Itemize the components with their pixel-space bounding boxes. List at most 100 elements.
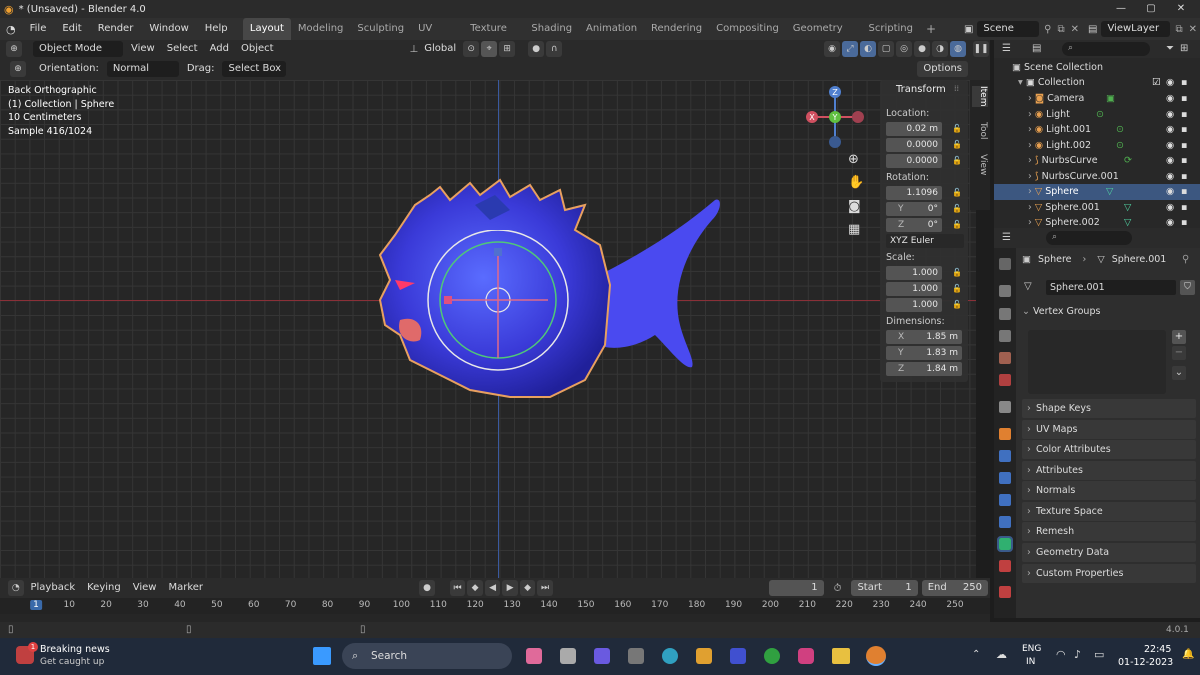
outliner-search-input[interactable]	[1062, 42, 1150, 56]
eye-icon[interactable]: ◉	[1166, 169, 1174, 185]
view-layer-tab-icon[interactable]	[999, 330, 1011, 342]
play-reverse-icon[interactable]: ◀	[484, 580, 501, 596]
eye-icon[interactable]: ◉	[1166, 153, 1174, 169]
normals-section[interactable]: Normals	[1022, 481, 1196, 500]
timeline-menu-keying[interactable]: Keying	[81, 579, 127, 597]
outliner-item-light[interactable]: › ◉ Light ⊙ ◉ ▪	[994, 107, 1200, 123]
lock-icon[interactable]: 🔓	[952, 300, 962, 309]
location-y-field[interactable]: 0.0000	[886, 138, 942, 152]
scale-x-field[interactable]: 1.000	[886, 266, 942, 280]
current-frame-field[interactable]: 1	[769, 580, 824, 596]
menu-help[interactable]: Help	[197, 18, 236, 40]
camera-icon[interactable]: ▪	[1181, 75, 1187, 91]
lock-icon[interactable]: 🔓	[952, 140, 962, 149]
dimension-x-field[interactable]: X 1.85 m	[886, 330, 962, 344]
timeline-editor-icon[interactable]: ◔	[8, 580, 24, 596]
checkbox-icon[interactable]: ☑	[1152, 75, 1161, 91]
ortho-toggle-icon[interactable]: ▦	[848, 222, 860, 237]
store-icon[interactable]	[696, 648, 712, 664]
timeline-ruler[interactable]: 1 10 20 30 40 50 60 70 80 90 100 110 120 130 140 150 160…	[0, 598, 990, 614]
lock-icon[interactable]: 🔓	[952, 204, 962, 213]
dimension-y-field[interactable]: Y 1.83 m	[886, 346, 962, 360]
overlay-toggle-icon[interactable]: ◐	[860, 41, 876, 57]
outliner-editor-icon[interactable]: ☰	[1002, 43, 1011, 54]
collection-tab-icon[interactable]	[999, 401, 1011, 413]
options-dropdown[interactable]: Options	[917, 61, 968, 77]
outliner-scene-collection[interactable]: ▣ Scene Collection	[994, 60, 1200, 76]
blender-taskbar-icon[interactable]	[866, 646, 886, 666]
gizmo-toggle-icon[interactable]: ⤢	[842, 41, 858, 57]
camera-icon[interactable]: ▪	[1181, 215, 1187, 228]
taskbar-search-input[interactable]	[342, 643, 512, 669]
news-subtitle[interactable]: Get caught up	[40, 657, 104, 667]
rendered-shading-icon[interactable]: ◍	[950, 41, 966, 57]
scale-y-field[interactable]: 1.000	[886, 282, 942, 296]
transform-gizmo[interactable]	[420, 230, 580, 380]
attributes-section[interactable]: Attributes	[1022, 461, 1196, 480]
new-view-layer-icon[interactable]: ⧉	[1175, 24, 1182, 35]
files-app-icon[interactable]	[560, 648, 576, 664]
tab-modeling[interactable]: Modeling	[291, 18, 351, 40]
scale-z-field[interactable]: 1.000	[886, 298, 942, 312]
menu-file[interactable]: File	[22, 18, 55, 40]
outliner-item-sphere-001[interactable]: › ▽ Sphere.001 ▽ ◉ ▪	[994, 200, 1200, 216]
lock-icon[interactable]: 🔓	[952, 124, 962, 133]
viewport-menu-object[interactable]: Object	[235, 40, 280, 58]
lock-icon[interactable]: 🔓	[952, 188, 962, 197]
rotation-y-field[interactable]: Y 0°	[886, 202, 942, 216]
orientation-dropdown[interactable]: Normal	[106, 61, 179, 77]
tab-scripting[interactable]: Scripting	[861, 18, 919, 40]
timeline-body[interactable]	[0, 614, 990, 622]
display-mode-icon[interactable]: ▤	[1032, 43, 1041, 54]
properties-editor-icon[interactable]: ☰	[1002, 232, 1011, 243]
modifier-tab-icon[interactable]	[999, 450, 1011, 462]
camera-icon[interactable]: ▪	[1181, 122, 1187, 138]
camera-view-icon[interactable]: ◙	[848, 199, 861, 214]
location-z-field[interactable]: 0.0000	[886, 154, 942, 168]
shape-keys-section[interactable]: Shape Keys	[1022, 399, 1196, 418]
tool-tab-icon[interactable]	[999, 258, 1011, 270]
eye-icon[interactable]: ◉	[1166, 75, 1174, 91]
jump-end-icon[interactable]: ⏭	[537, 580, 553, 596]
battery-icon[interactable]: ▭	[1094, 648, 1104, 661]
start-icon[interactable]	[313, 647, 331, 665]
outliner-item-camera[interactable]: › ◙ Camera ▣ ◉ ▪	[994, 91, 1200, 107]
eye-icon[interactable]: ◉	[1166, 138, 1174, 154]
cloud-icon[interactable]: ☁	[996, 648, 1007, 661]
app-icon[interactable]	[730, 648, 746, 664]
tab-shading[interactable]: Shading	[524, 18, 579, 40]
notification-icon[interactable]: 🔔	[1182, 649, 1194, 660]
tab-layout[interactable]: Layout	[242, 18, 291, 40]
solid-shading-icon[interactable]: ●	[914, 41, 930, 57]
tab-animation[interactable]: Animation	[579, 18, 644, 40]
lock-icon[interactable]: 🔓	[952, 284, 962, 293]
prev-keyframe-icon[interactable]: ◆	[467, 580, 483, 596]
eye-icon[interactable]: ◉	[1166, 200, 1174, 216]
timeline-menu-playback[interactable]: Playback	[25, 579, 82, 597]
rotation-mode-dropdown[interactable]: XYZ Euler	[886, 234, 964, 248]
menu-render[interactable]: Render	[90, 18, 142, 40]
custom-properties-section[interactable]: Custom Properties	[1022, 564, 1196, 583]
volume-icon[interactable]: ♪	[1074, 648, 1081, 661]
scene-tab-icon[interactable]	[999, 352, 1011, 364]
file-explorer-icon[interactable]	[832, 648, 850, 664]
add-workspace-icon[interactable]: +	[920, 22, 942, 36]
camera-icon[interactable]: ▪	[1181, 138, 1187, 154]
tab-item[interactable]: Item	[972, 86, 988, 107]
mode-selector[interactable]: Object Mode	[33, 41, 123, 57]
eye-icon[interactable]: ◉	[1166, 122, 1174, 138]
pause-render-icon[interactable]: ❚❚	[973, 41, 989, 57]
outliner-item-light-001[interactable]: › ◉ Light.001 ⊙ ◉ ▪	[994, 122, 1200, 138]
snap-target-icon[interactable]: ⊞	[499, 41, 516, 57]
viewport-menu-add[interactable]: Add	[204, 40, 235, 58]
material-shading-icon[interactable]: ◑	[932, 41, 948, 57]
vertex-group-menu-icon[interactable]: ⌄	[1172, 366, 1186, 380]
pivot-icon[interactable]: ⊙	[463, 41, 480, 57]
3d-viewport[interactable]: Back Orthographic (1) Collection | Spher…	[0, 80, 976, 578]
rotation-x-field[interactable]: 1.1096	[886, 186, 942, 200]
snap-icon[interactable]: ⌖	[481, 41, 498, 57]
minimize-button[interactable]: —	[1106, 0, 1136, 18]
eye-icon[interactable]: ◉	[1166, 91, 1174, 107]
new-scene-icon[interactable]: ⧉	[1057, 24, 1064, 35]
location-x-field[interactable]: 0.02 m	[886, 122, 942, 136]
